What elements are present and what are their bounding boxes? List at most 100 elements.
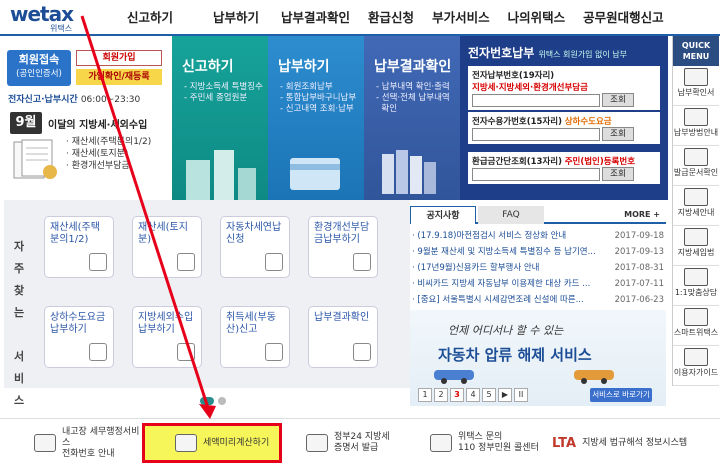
service-card[interactable]: 환경개선부담금납부하기	[308, 216, 378, 278]
login-panel: 회원접속 (공인인증서) 회원가입 가입확인/재등록 전자신고·납부시간 06:…	[4, 42, 170, 192]
notice-item[interactable]: · (17.9.18)마전점검시 서비스 정상화 안내 2017-09-18	[410, 228, 666, 244]
service-card[interactable]: 자동차세연납신청	[220, 216, 290, 278]
service-card[interactable]: 취득세(부동산)신고	[220, 306, 290, 368]
refund-simple-box: 환급금간단조회(13자리) 주민(법인)등록번호 조회	[468, 152, 660, 184]
service-card[interactable]: 지방세외수입납부하기	[132, 306, 202, 368]
confirm-register-button[interactable]: 가입확인/재등록	[76, 69, 162, 85]
hours-label: 전자신고·납부시간	[8, 95, 78, 105]
banner-report-title: 신고하기	[182, 59, 234, 75]
nav-official[interactable]: 공무원대행신고	[574, 0, 673, 36]
quick-menu: QUICK MENU 납부확인서 납부방법안내 발급문서확인 지방세안내 지방세…	[672, 36, 719, 386]
quick-item-smart[interactable]: 스마트위택스	[673, 306, 719, 346]
notice-item[interactable]: · (17년9월)신용카드 할부행사 안내 2017-08-31	[410, 260, 666, 276]
main-banner: 신고하기 - 지방소득세 특별징수 - 주민세 종업원분 납부하기 - 회원조회…	[172, 36, 668, 200]
quick-item-pay-method[interactable]: 납부방법안내	[673, 106, 719, 146]
banner-pay[interactable]: 납부하기 - 회원조회납부 - 통합납부바구니납부 - 신고내역 조회·납부	[268, 36, 364, 200]
notice-list: · (17.9.18)마전점검시 서비스 정상화 안내 2017-09-18 · …	[410, 224, 666, 308]
carousel-dot[interactable]	[218, 397, 226, 405]
banner-report[interactable]: 신고하기 - 지방소득세 특별징수 - 주민세 종업원분	[172, 36, 268, 200]
nav-report[interactable]: 신고하기	[118, 0, 182, 36]
car-release-banner[interactable]: 언제 어디서나 할 수 있는 자동차 압류 해제 서비스 1 2 3 4 5 ▶…	[410, 310, 666, 406]
service-card[interactable]: 납부결과확인	[308, 306, 378, 368]
join-button[interactable]: 회원가입	[76, 50, 162, 66]
simple-label: 환급금간단조회(13자리)	[472, 157, 562, 167]
nav-my-wetax[interactable]: 나의위택스	[499, 0, 575, 36]
tax-item: · 환경개선부담금	[66, 161, 130, 171]
car-banner-title: 자동차 압류 해제 서비스	[438, 346, 592, 364]
frequent-services: 자 주 찾 는 서 비 스 재산세(주택분의1/2) 재산세(토지분) 자동차세…	[4, 200, 410, 407]
car-banner-pager: 1 2 3 4 5 ▶ II	[418, 388, 530, 402]
faucet-icon	[89, 343, 107, 361]
tab-faq[interactable]: FAQ	[478, 206, 544, 224]
nav-refund[interactable]: 환급신청	[359, 0, 423, 36]
frequent-services-label: 자 주 찾 는 서 비 스	[13, 240, 25, 407]
notice-board: 공지사항 FAQ MORE + · (17.9.18)마전점검시 서비스 정상화…	[410, 206, 666, 306]
refund-query-button[interactable]: 조회	[602, 167, 634, 181]
lta-law-link[interactable]: LTA 지방세 법규해석 정보시스템	[552, 423, 712, 463]
nav-extra[interactable]: 부가서비스	[423, 0, 499, 36]
water-number-input[interactable]	[472, 127, 600, 141]
login-button[interactable]: 회원접속 (공인인증서)	[7, 50, 71, 86]
tab-notice[interactable]: 공지사항	[410, 206, 476, 224]
document-icon	[684, 108, 708, 126]
house-icon	[89, 253, 107, 271]
headset-icon	[430, 434, 452, 452]
service-card[interactable]: 상하수도요금납부하기	[44, 306, 114, 368]
page-button[interactable]: 2	[434, 388, 448, 402]
quick-item-tax-guide[interactable]: 지방세안내	[673, 186, 719, 226]
monitor-icon	[306, 434, 328, 452]
epay-number-input[interactable]	[472, 93, 600, 107]
epay-query-button[interactable]: 조회	[602, 93, 634, 107]
carousel-dot-active[interactable]	[200, 397, 214, 405]
banner-pay-title: 납부하기	[278, 59, 330, 75]
refund-number-input[interactable]	[472, 167, 600, 181]
month-title[interactable]: 이달의 지방세·세외수입	[48, 116, 147, 131]
building-icon	[265, 343, 283, 361]
quick-item-doc-verify[interactable]: 발급문서확인	[673, 146, 719, 186]
bottom-label: 위택스 문의 110 정부민원 콜센터	[458, 432, 539, 453]
page-button[interactable]: 1	[418, 388, 432, 402]
notice-item[interactable]: · 비씨카드 지방세 자동납부 이용제한 대상 카드 ... 2017-07-11	[410, 276, 666, 292]
service-card[interactable]: 재산세(주택분의1/2)	[44, 216, 114, 278]
wetax-logo[interactable]: wetax 위택스	[10, 2, 88, 34]
bottom-label: 내고장 세무행정서비스 전화번호 안내	[62, 426, 140, 459]
water-query-button[interactable]: 조회	[602, 127, 634, 141]
gov24-cert-link[interactable]: 정부24 지방세 증명서 발급	[306, 423, 416, 463]
guide-icon	[684, 348, 708, 366]
quick-item-guide[interactable]: 이용자가이드	[673, 346, 719, 386]
tax-item: · 재산세(토지분)	[66, 149, 129, 159]
pause-button[interactable]: II	[514, 388, 528, 402]
page-button[interactable]: 5	[482, 388, 496, 402]
chat-icon	[684, 268, 708, 286]
notice-item[interactable]: · [중요] 서울특별시 시세감면조례 신설에 따른... 2017-06-23	[410, 292, 666, 308]
quick-item-tax-law[interactable]: 지방세입법	[673, 226, 719, 266]
water-label: 전자수용가번호(15자리)	[472, 117, 562, 127]
banner-result[interactable]: 납부결과확인 - 납부내역 확인·출력 - 선택·전체 납부내역 확인	[364, 36, 460, 200]
car-service-button[interactable]: 서비스로 바로가기	[590, 388, 652, 402]
telephone-icon	[34, 434, 56, 452]
more-link[interactable]: MORE +	[624, 210, 660, 219]
service-card[interactable]: 재산세(토지분)	[132, 216, 202, 278]
quick-item-consult[interactable]: 1:1맞춤상담	[673, 266, 719, 306]
coin-icon	[177, 343, 195, 361]
receipt-icon	[353, 343, 371, 361]
nav-pay[interactable]: 납부하기	[204, 0, 268, 36]
tax-estimate-link[interactable]: 세액미리계산하기	[142, 423, 282, 463]
service-carousel-dots	[200, 395, 230, 408]
page-button-active[interactable]: 3	[450, 388, 464, 402]
hours-info: 전자신고·납부시간 06:00~23:30	[8, 92, 140, 105]
notice-item[interactable]: · 9월분 재산세 및 지방소득세 특별징수 등 납기연... 2017-09-1…	[410, 244, 666, 260]
bottom-label: 지방세 법규해석 정보시스템	[582, 437, 688, 448]
page-button[interactable]: 4	[466, 388, 480, 402]
car-banner-sub: 언제 어디서나 할 수 있는	[448, 324, 564, 337]
nav-pay-result[interactable]: 납부결과확인	[272, 0, 359, 36]
main-nav: 신고하기 납부하기 납부결과확인 환급신청 부가서비스 나의위택스 공무원대행신…	[118, 0, 673, 36]
next-button[interactable]: ▶	[498, 388, 512, 402]
simple-desc: 주민(법인)등록번호	[564, 157, 636, 167]
local-tax-phone-link[interactable]: 내고장 세무행정서비스 전화번호 안내	[34, 423, 144, 463]
binder-illustration-icon	[382, 150, 436, 194]
callcenter-link[interactable]: 위택스 문의 110 정부민원 콜센터	[430, 423, 540, 463]
month-tax-list: · 재산세(주택분의1/2) · 재산세(토지분) · 환경개선부담금	[66, 136, 151, 172]
car-icon	[574, 370, 614, 384]
quick-item-pay-cert[interactable]: 납부확인서	[673, 66, 719, 106]
